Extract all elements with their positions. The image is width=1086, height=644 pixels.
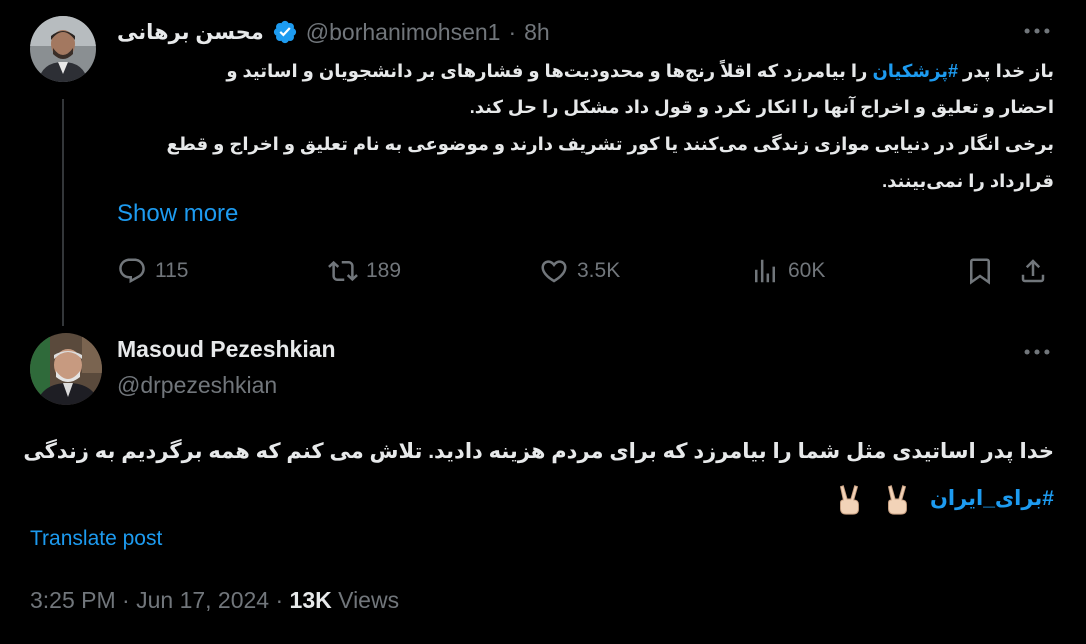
translate-post-link[interactable]: Translate post [30,527,162,551]
avatar-borhanimohsen[interactable] [30,16,96,82]
verified-badge-icon [273,20,296,44]
separator-dot: · [508,18,517,45]
more-dots-icon [1024,28,1050,34]
repost-count: 189 [366,259,402,282]
reply-count: 115 [155,259,189,282]
victory-hand-emoji [832,481,866,517]
more-options-button[interactable] [1020,14,1054,48]
share-icon [1021,259,1045,283]
tweet-timestamp-row: 3:25 PM · Jun 17, 2024 · 13K Views [30,587,399,614]
reply-icon [119,258,145,284]
tweet-text-suffix: را بیامرزد که اقلاً رنج‌ها و محدودیت‌ها … [226,61,873,81]
repost-icon [328,260,358,282]
more-dots-icon [1024,349,1050,355]
views-button[interactable]: 60K [750,256,825,286]
tweet-body-line-2: احضار و تعلیق و اخراج آنها را انکار نکرد… [469,97,1054,117]
tweet-time[interactable]: 8h [524,19,550,46]
bookmark-button[interactable] [965,256,995,286]
like-button[interactable]: 3.5K [539,256,620,286]
tweet-header: محسن برهانی @borhanimohsen1 · 8h [117,16,550,48]
display-name[interactable]: محسن برهانی [117,20,264,45]
tweet-text-prefix: باز خدا پدر [958,61,1054,81]
main-hashtag-link[interactable]: #برای_ایران [930,487,1054,510]
tweet-body-line-4: قرارداد را نمی‌بینند. [882,171,1054,191]
main-tweet-body-line-1: خدا پدر اساتیدی مثل شما را بیامرزد که بر… [23,440,1054,463]
main-handle[interactable]: @drpezeshkian [117,372,277,399]
tweet-timestamp[interactable]: 3:25 PM · Jun 17, 2024 · [30,587,283,613]
victory-hand-emoji [880,481,914,517]
main-display-name[interactable]: Masoud Pezeshkian [117,336,336,363]
views-count: 13K [289,587,332,613]
main-tweet-body-line-2: #برای_ایران [30,481,1054,517]
main-more-options-button[interactable] [1020,335,1054,369]
reply-button[interactable]: 115 [117,256,188,286]
heart-icon [541,260,567,283]
views-label: Views [338,587,400,613]
views-chart-icon [755,259,775,283]
avatar-drpezeshkian[interactable] [30,333,102,405]
tweet-body-line-3: برخی انگار در دنیایی موازی زندگی می‌کنند… [166,134,1054,154]
share-button[interactable] [1018,256,1048,286]
hashtag-link[interactable]: #پزشکیان [872,61,958,81]
like-count: 3.5K [577,259,621,282]
handle[interactable]: @borhanimohsen1 [306,19,501,46]
thread-connector-line [62,99,64,326]
view-count: 60K [788,259,826,282]
show-more-link[interactable]: Show more [117,200,238,228]
repost-button[interactable]: 189 [328,256,401,286]
tweet-body-line-1: باز خدا پدر #پزشکیان را بیامرزد که اقلاً… [117,57,1054,85]
bookmark-icon [970,258,990,285]
